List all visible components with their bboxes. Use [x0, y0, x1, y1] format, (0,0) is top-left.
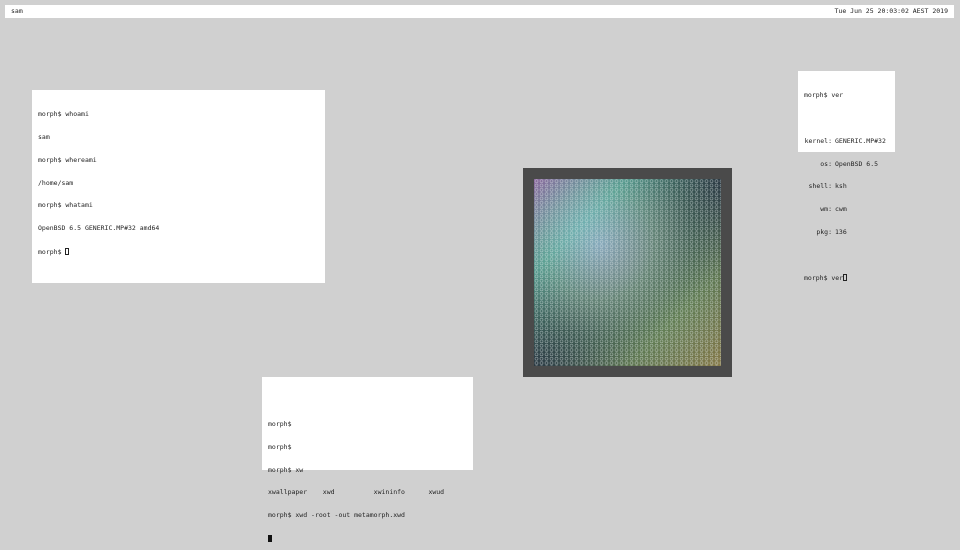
terminal-line: morph$ xwd -root -out metamorph.xwd [268, 511, 405, 520]
terminal-window-main[interactable]: morph$ whoami sam morph$ whereami /home/… [32, 90, 325, 283]
sysinfo-value: 136 [835, 227, 847, 236]
terminal-line: morph$ [268, 442, 292, 451]
sysinfo-key: wm: [820, 205, 832, 214]
terminal-window-xwd[interactable]: morph$ morph$ morph$ xw xwallpaper xwd x… [262, 377, 473, 542]
terminal-prompt-line[interactable]: morph$ [38, 247, 319, 256]
terminal-line: morph$ whoami [38, 110, 89, 119]
sysinfo-key: kernel: [804, 136, 832, 145]
sysinfo-value: cwm [835, 205, 847, 214]
terminal-line: morph$ ver [804, 91, 844, 100]
sysinfo-row-wm: wm: cwm [804, 205, 889, 214]
text-cursor [843, 274, 848, 282]
terminal-line: morph$ whatami [38, 201, 93, 210]
terminal-line: sam [38, 132, 50, 141]
terminal-line: morph$ whereami [38, 155, 97, 164]
text-cursor [268, 534, 272, 542]
terminal-line: xwallpaper xwd xwininfo xwud [268, 488, 445, 497]
terminal-line: /home/sam [38, 178, 74, 187]
terminal-line: morph$ [268, 419, 292, 428]
terminal-line: morph$ xw [268, 465, 304, 474]
sysinfo-value: ksh [835, 182, 847, 191]
honeycomb-sphere-image [534, 179, 721, 366]
terminal-prompt: morph$ [38, 247, 66, 256]
sysinfo-row-os: os: OpenBSD 6.5 [804, 159, 889, 169]
image-viewer-window[interactable] [523, 168, 732, 377]
terminal-prompt: morph$ ver [804, 274, 844, 283]
sysinfo-value: GENERIC.MP#32 [835, 136, 886, 145]
sysinfo-row-pkg: pkg: 136 [804, 227, 889, 237]
status-bar: sam Tue Jun 25 20:03:02 AEST 2019 [5, 5, 954, 18]
terminal-window-sysinfo[interactable]: morph$ ver kernel: GENERIC.MP#32 os: OpenB… [798, 71, 895, 282]
sysinfo-key: os: [820, 159, 832, 168]
workspace-label[interactable]: sam [11, 5, 23, 18]
clock: Tue Jun 25 20:03:02 AEST 2019 [834, 7, 949, 15]
sysinfo-row-shell: shell: ksh [804, 183, 889, 191]
sysinfo-key: shell: [808, 182, 832, 191]
terminal-cursor-line[interactable] [268, 534, 467, 543]
sysinfo-key: pkg: [816, 227, 832, 236]
text-cursor [65, 247, 70, 255]
terminal-prompt-line[interactable]: morph$ ver [804, 274, 889, 282]
terminal-line: OpenBSD 6.5 GENERIC.MP#32 amd64 [38, 224, 160, 233]
sysinfo-row-kernel: kernel: GENERIC.MP#32 [804, 136, 889, 146]
sysinfo-value: OpenBSD 6.5 [835, 159, 879, 168]
